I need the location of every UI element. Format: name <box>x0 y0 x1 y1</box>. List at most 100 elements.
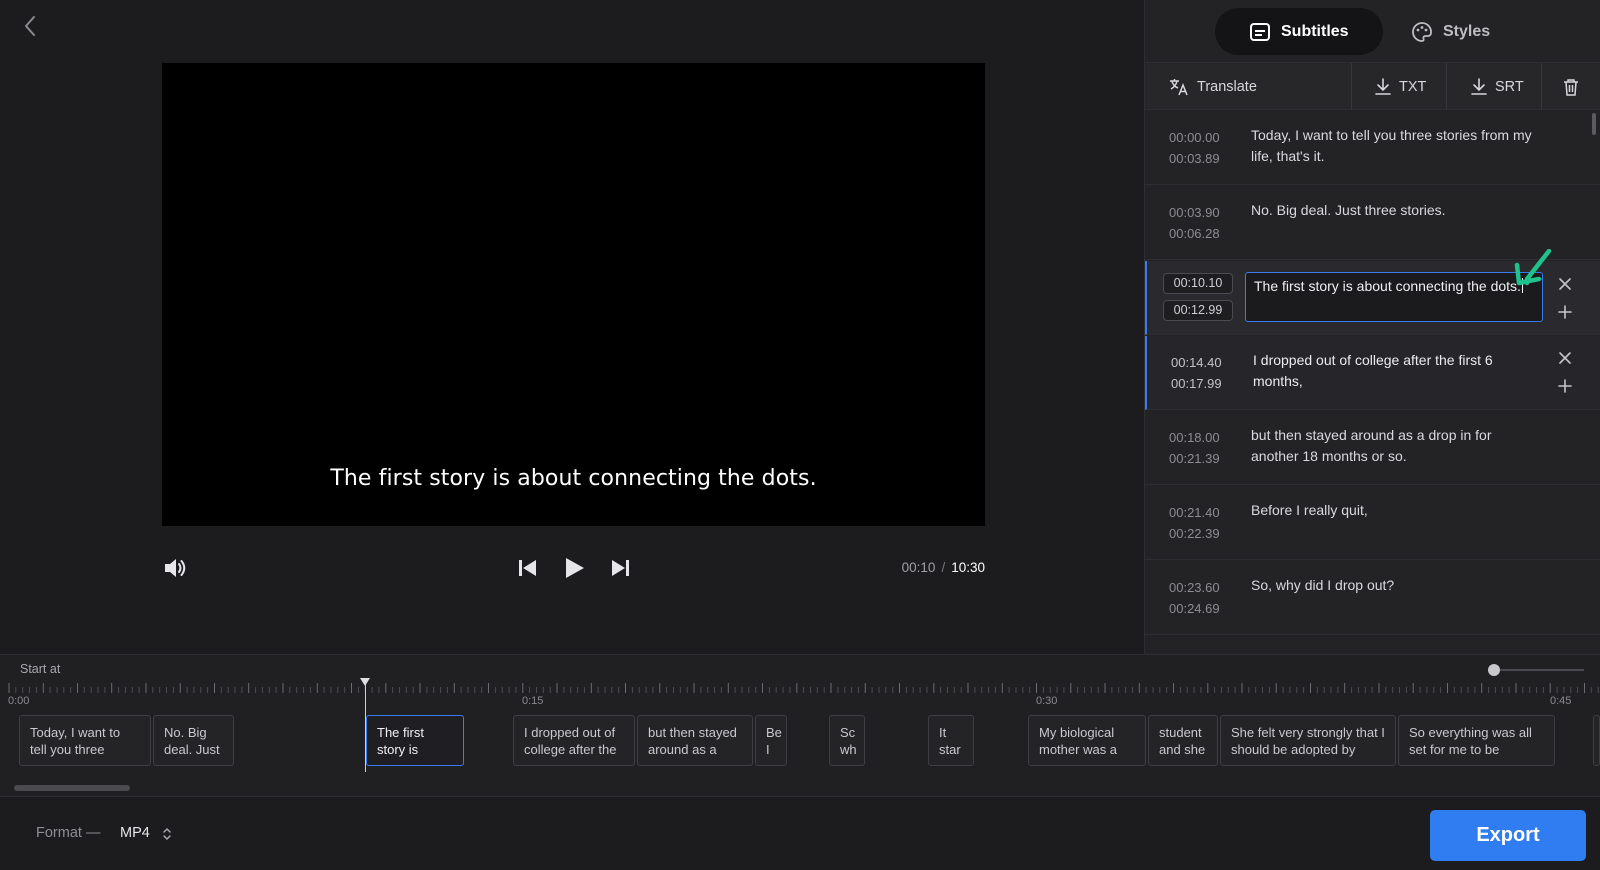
chevron-left-icon <box>25 16 35 36</box>
subtitle-text-value: The first story is about connecting the … <box>1254 278 1521 294</box>
tick-label: 0:00 <box>8 695 30 707</box>
delete-subtitle-button[interactable] <box>1555 274 1575 294</box>
download-srt-button[interactable]: SRT <box>1471 63 1524 110</box>
time-ruler[interactable] <box>0 681 1600 693</box>
volume-icon <box>165 559 186 577</box>
video-caption: The first story is about connecting the … <box>330 466 817 491</box>
timeline-clip-partial[interactable] <box>1593 715 1600 766</box>
subtitle-text[interactable]: So, why did I drop out? <box>1251 575 1541 596</box>
subtitle-text[interactable]: Before I really quit, <box>1251 500 1541 521</box>
format-label: Format — <box>36 825 101 841</box>
volume-button[interactable] <box>162 555 188 581</box>
download-icon <box>1375 77 1391 95</box>
subtitle-end: 00:24.69 <box>1169 601 1220 616</box>
translate-button[interactable]: Translate <box>1169 63 1257 110</box>
subtitle-end: 00:03.89 <box>1169 151 1220 166</box>
timeline-scrollbar[interactable] <box>14 785 130 791</box>
timeline-clip[interactable]: but then stayed around as a <box>637 715 753 766</box>
tab-subtitles-label: Subtitles <box>1281 22 1349 40</box>
download-icon <box>1471 77 1487 95</box>
subtitle-toolbar: Translate TXT SRT <box>1145 62 1600 110</box>
srt-label: SRT <box>1495 78 1524 95</box>
panel-scrollbar[interactable] <box>1592 113 1596 135</box>
tab-styles-label: Styles <box>1443 22 1491 40</box>
time-readout: 00:10 / 10:30 <box>902 560 985 575</box>
end-time-input[interactable]: 00:12.99 <box>1163 300 1233 321</box>
download-txt-button[interactable]: TXT <box>1375 63 1426 110</box>
time-separator: / <box>941 560 946 575</box>
timeline: Start at 0:00 0:15 0:30 0:45 Today, I wa… <box>0 654 1600 796</box>
timeline-clip[interactable]: I dropped out of college after the <box>513 715 635 766</box>
delete-all-button[interactable] <box>1563 63 1579 110</box>
timeline-clip[interactable]: No. Big deal. Just <box>153 715 234 766</box>
start-at-label: Start at <box>20 662 61 676</box>
tick-label: 0:45 <box>1550 695 1572 707</box>
check-icon <box>1514 249 1552 286</box>
subtitle-start: 00:03.90 <box>1169 205 1220 220</box>
subtitle-end: 00:22.39 <box>1169 526 1220 541</box>
skip-back-icon <box>519 560 536 576</box>
subtitle-text-input[interactable]: The first story is about connecting the … <box>1245 272 1543 322</box>
add-subtitle-button[interactable] <box>1555 376 1575 396</box>
play-button[interactable] <box>561 555 587 581</box>
subtitle-row[interactable]: 00:23.60 00:24.69 So, why did I drop out… <box>1145 561 1600 635</box>
timeline-clip[interactable]: It star <box>928 715 974 766</box>
timeline-clip[interactable]: Sc wh <box>829 715 865 766</box>
subtitle-end: 00:21.39 <box>1169 451 1220 466</box>
plus-icon <box>1558 305 1572 319</box>
add-subtitle-button[interactable] <box>1555 302 1575 322</box>
transport-controls <box>516 552 636 584</box>
start-time-input[interactable]: 00:10.10 <box>1163 273 1233 294</box>
zoom-slider-handle[interactable] <box>1488 664 1500 676</box>
editor-main-area: The first story is about connecting the … <box>0 0 1144 654</box>
subtitle-row[interactable]: 00:00.00 00:03.89 Today, I want to tell … <box>1145 111 1600 185</box>
subtitle-start: 00:18.00 <box>1169 430 1220 445</box>
translate-icon <box>1170 78 1188 95</box>
total-time: 10:30 <box>951 560 985 575</box>
skip-forward-button[interactable] <box>608 556 632 580</box>
timeline-clip[interactable]: So everything was all set for me to be <box>1398 715 1555 766</box>
subtitle-row[interactable]: 00:14.40 00:17.99 I dropped out of colle… <box>1145 336 1600 410</box>
trash-icon <box>1564 78 1578 96</box>
translate-label: Translate <box>1197 78 1257 95</box>
palette-icon <box>1412 21 1432 42</box>
playhead[interactable] <box>365 681 366 772</box>
subtitle-row-editing[interactable]: 00:10.10 00:12.99 The first story is abo… <box>1145 249 1600 335</box>
subtitle-times: 00:14.40 00:17.99 <box>1171 352 1222 394</box>
tab-styles[interactable]: Styles <box>1377 8 1524 55</box>
timeline-clip[interactable]: Be I <box>755 715 787 766</box>
subtitle-times: 00:21.40 00:22.39 <box>1169 502 1220 544</box>
subtitle-start: 00:21.40 <box>1169 505 1220 520</box>
timeline-clip[interactable]: student and she <box>1148 715 1218 766</box>
subtitles-panel: Subtitles Styles Translate TXT SRT 00:00… <box>1144 0 1600 654</box>
subtitle-row[interactable]: 00:18.00 00:21.39 but then stayed around… <box>1145 411 1600 485</box>
tab-subtitles[interactable]: Subtitles <box>1215 8 1383 55</box>
subtitle-text[interactable]: I dropped out of college after the first… <box>1253 350 1543 392</box>
subtitle-start: 00:23.60 <box>1169 580 1220 595</box>
close-icon <box>1559 278 1571 290</box>
subtitle-row[interactable]: 00:21.40 00:22.39 Before I really quit, <box>1145 486 1600 560</box>
video-preview[interactable]: The first story is about connecting the … <box>162 63 985 526</box>
back-button[interactable] <box>18 14 42 38</box>
export-button[interactable]: Export <box>1430 810 1586 861</box>
updown-chevron-icon[interactable] <box>162 826 172 842</box>
subtitle-times: 00:00.00 00:03.89 <box>1169 127 1220 169</box>
delete-subtitle-button[interactable] <box>1555 348 1575 368</box>
subtitle-start: 00:14.40 <box>1171 355 1222 370</box>
playhead-handle[interactable] <box>360 678 370 686</box>
subtitle-end: 00:06.28 <box>1169 226 1220 241</box>
timeline-clip-selected[interactable]: The first story is <box>366 715 464 766</box>
skip-back-button[interactable] <box>516 556 540 580</box>
subtitles-icon <box>1250 22 1270 41</box>
subtitle-end: 00:17.99 <box>1171 376 1222 391</box>
zoom-slider-track[interactable] <box>1492 669 1584 671</box>
toolbar-divider <box>1351 63 1352 110</box>
timeline-clip[interactable]: My biological mother was a <box>1028 715 1146 766</box>
format-select[interactable]: MP4 <box>120 825 150 841</box>
timeline-clip[interactable]: She felt very strongly that I should be … <box>1220 715 1396 766</box>
subtitle-times: 00:23.60 00:24.69 <box>1169 577 1220 619</box>
subtitle-text[interactable]: No. Big deal. Just three stories. <box>1251 200 1541 221</box>
timeline-clip[interactable]: Today, I want to tell you three <box>19 715 151 766</box>
subtitle-text[interactable]: but then stayed around as a drop in for … <box>1251 425 1541 467</box>
subtitle-text[interactable]: Today, I want to tell you three stories … <box>1251 125 1541 167</box>
